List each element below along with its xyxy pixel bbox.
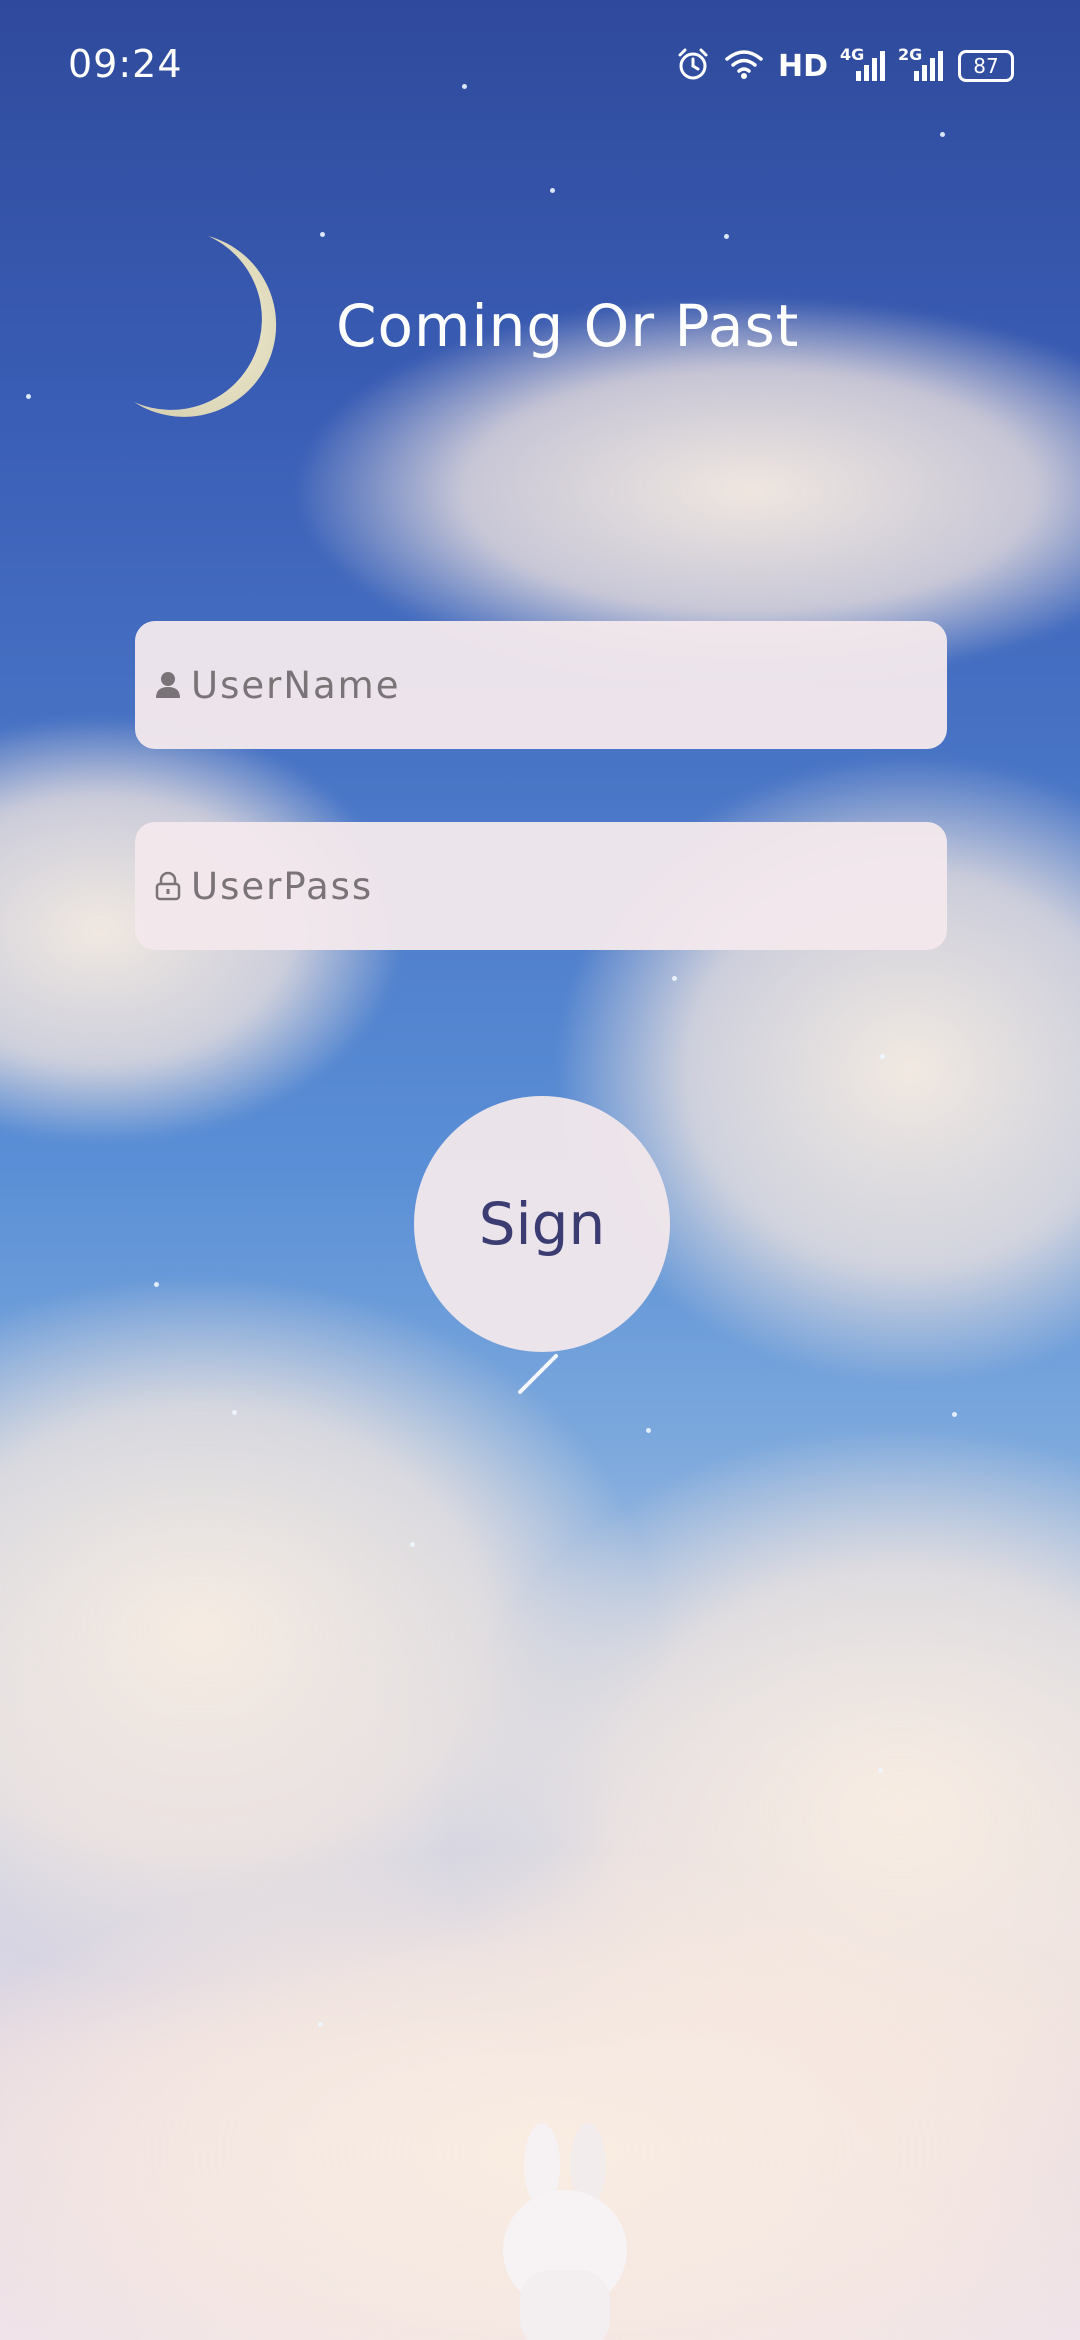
signal-2g-icon: 2G [898,45,944,83]
star [26,394,31,399]
star [672,976,677,981]
star [952,1412,957,1417]
password-input[interactable] [191,864,911,908]
status-icons: HD 4G 2G 87 [676,44,1014,88]
moon-icon [134,236,277,417]
wifi-icon [724,47,764,85]
username-field[interactable] [135,621,947,749]
star [154,1282,159,1287]
lock-icon [153,869,183,903]
password-field[interactable] [135,822,947,950]
battery-icon: 87 [958,50,1014,82]
alarm-icon [676,47,710,85]
star [232,1410,237,1415]
status-bar: 09:24 HD 4G 2G 87 [0,0,1080,130]
signal-4g-icon: 4G [840,45,886,83]
sign-button[interactable]: Sign [414,1096,670,1352]
user-icon [153,668,183,702]
app-title: Coming Or Past [336,292,800,360]
username-input[interactable] [191,663,911,707]
status-time: 09:24 [68,42,183,86]
star [550,188,555,193]
login-screen: 09:24 HD 4G 2G 87 Coming Or Past UserNam… [0,0,1080,2340]
shooting-star [518,1354,558,1394]
signal-2g-tag: 2G [898,45,923,64]
star [646,1428,651,1433]
star [878,1768,883,1773]
star [410,1542,415,1547]
star [318,2022,323,2027]
star [724,234,729,239]
hd-label: HD [777,48,828,84]
star [880,1054,885,1059]
signal-4g-tag: 4G [840,45,865,64]
star [940,132,945,137]
battery-level: 87 [973,54,999,78]
bunny-figure [503,2123,627,2340]
star [320,232,325,237]
